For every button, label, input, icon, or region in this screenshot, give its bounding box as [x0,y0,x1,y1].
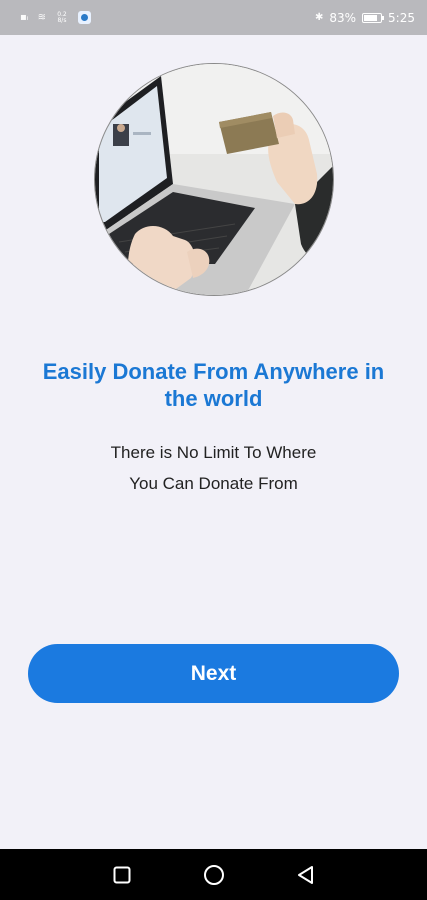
battery-icon [362,12,385,23]
square-recents-icon[interactable] [110,863,134,887]
status-bar: ▪ᵢ ≋ 0.2 8/s ✱ 83% 5:25 [0,0,427,35]
bluetooth-icon: ✱ [314,11,324,23]
hero-illustration [94,63,334,296]
clock: 5:25 [388,10,415,25]
triangle-back-icon[interactable] [294,863,318,887]
next-button[interactable]: Next [28,644,399,703]
sim-icon: ▪ᵢ [20,11,29,23]
navigation-bar [0,849,427,900]
network-speed: 0.2 8/s [55,11,69,24]
onboarding-subtitle: There is No Limit To Where You Can Donat… [60,437,367,499]
wifi-icon: ≋ [37,11,46,23]
network-speed-unit: 8/s [57,16,67,24]
app-notification-icon [77,11,91,24]
subtitle-line-2: You Can Donate From [129,474,298,493]
battery-fill [364,14,378,21]
status-right: ✱ 83% 5:25 [315,11,415,25]
subtitle-line-1: There is No Limit To Where [110,443,317,462]
laptop-card-photo [95,64,333,295]
status-left: ▪ᵢ ≋ 0.2 8/s [20,11,91,24]
circle-home-icon[interactable] [202,863,226,887]
onboarding-title: Easily Donate From Anywhere in the world [42,359,385,411]
battery-percent: 83% [329,10,357,25]
